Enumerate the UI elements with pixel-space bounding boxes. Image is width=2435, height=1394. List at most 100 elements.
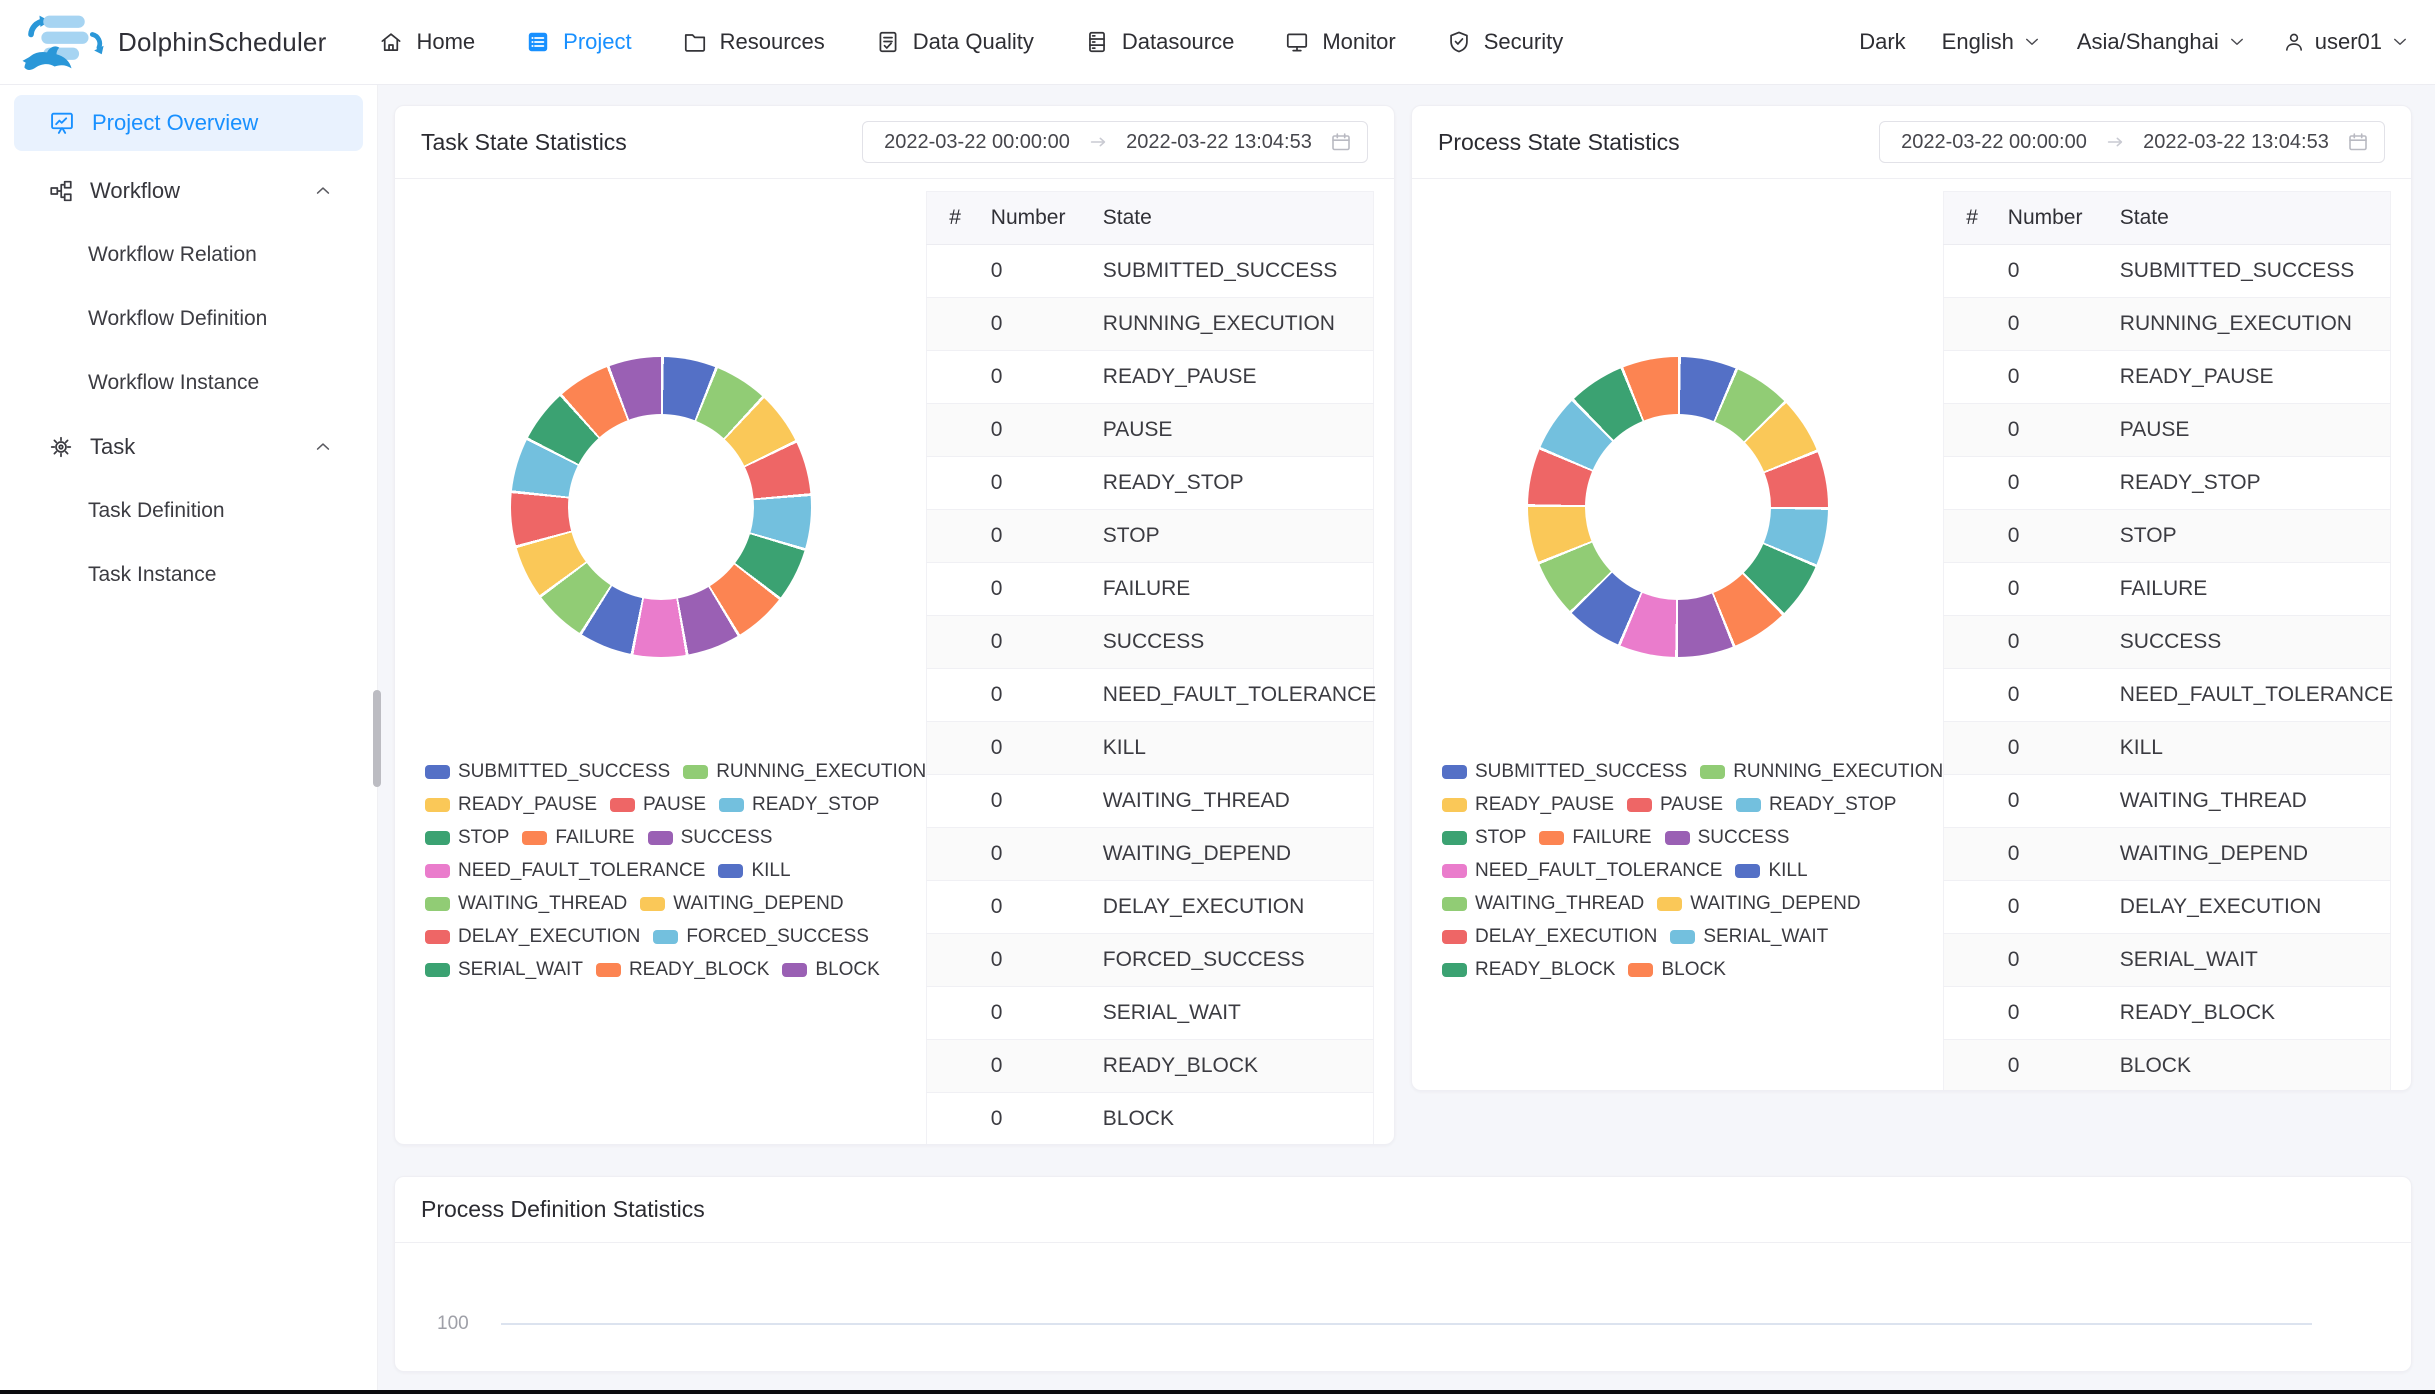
state-name: WAITING_DEPEND (2120, 828, 2391, 881)
legend-item[interactable]: BLOCK (1628, 959, 1725, 981)
table-row: 0FAILURE (1944, 563, 2391, 616)
sidebar-item-project-overview[interactable]: Project Overview (14, 95, 363, 151)
start-date-value[interactable]: 2022-03-22 00:00:00 (1894, 131, 2094, 154)
chevron-down-icon (2228, 33, 2246, 51)
state-name: FORCED_SUCCESS (1103, 934, 1374, 987)
brand[interactable]: DolphinScheduler (18, 9, 326, 75)
legend-item[interactable]: READY_PAUSE (1442, 794, 1614, 816)
legend-item[interactable]: WAITING_DEPEND (640, 893, 843, 915)
legend-item[interactable]: WAITING_THREAD (1442, 893, 1644, 915)
sidebar-item-task-definition[interactable]: Task Definition (0, 479, 377, 543)
calendar-icon[interactable] (1329, 130, 1353, 154)
process-state-legend: SUBMITTED_SUCCESS RUNNING_EXECUTION READY_… (1412, 761, 1943, 981)
sidebar-item-workflow-relation[interactable]: Workflow Relation (0, 223, 377, 287)
row-index-cell (1944, 828, 2004, 881)
legend-item[interactable]: SERIAL_WAIT (1670, 926, 1828, 948)
legend-swatch (653, 930, 678, 944)
timezone-select[interactable]: Asia/Shanghai (2077, 29, 2246, 55)
nav-right: Dark English Asia/Shanghai user01 (1859, 29, 2409, 55)
legend-swatch (425, 831, 450, 845)
user-menu[interactable]: user01 (2282, 29, 2409, 55)
legend-item[interactable]: RUNNING_EXECUTION (1700, 761, 1943, 783)
start-date-value[interactable]: 2022-03-22 00:00:00 (877, 131, 1077, 154)
end-date-value[interactable]: 2022-03-22 13:04:53 (1119, 131, 1319, 154)
legend-item[interactable]: READY_PAUSE (425, 794, 597, 816)
state-name: DELAY_EXECUTION (2120, 881, 2391, 934)
legend-item[interactable]: STOP (425, 827, 509, 849)
legend-item[interactable]: RUNNING_EXECUTION (683, 761, 926, 783)
legend-item[interactable]: SUCCESS (1665, 827, 1790, 849)
task-date-range-picker[interactable]: 2022-03-22 00:00:00 2022-03-22 13:04:53 (862, 121, 1368, 163)
sidebar-item-workflow-instance[interactable]: Workflow Instance (0, 351, 377, 415)
legend-item[interactable]: READY_BLOCK (596, 959, 769, 981)
user-icon (2282, 30, 2306, 54)
nav-item-home[interactable]: Home (378, 29, 475, 55)
legend-swatch (1539, 831, 1564, 845)
table-row: 0WAITING_DEPEND (927, 828, 1374, 881)
sidebar-item-task-instance[interactable]: Task Instance (0, 543, 377, 607)
sidebar-item-workflow[interactable]: Workflow (0, 159, 377, 223)
legend-item[interactable]: PAUSE (1627, 794, 1723, 816)
legend-item[interactable]: NEED_FAULT_TOLERANCE (425, 860, 705, 882)
language-select[interactable]: English (1942, 29, 2041, 55)
legend-label: READY_BLOCK (629, 959, 769, 981)
legend-label: BLOCK (815, 959, 879, 981)
table-row: 0BLOCK (1944, 1040, 2391, 1092)
state-count: 0 (987, 616, 1103, 669)
legend-item[interactable]: DELAY_EXECUTION (425, 926, 640, 948)
sidebar-item-workflow-definition[interactable]: Workflow Definition (0, 287, 377, 351)
theme-toggle[interactable]: Dark (1859, 29, 1905, 55)
nav-item-security[interactable]: Security (1446, 29, 1563, 55)
legend-swatch (1442, 798, 1467, 812)
legend-item[interactable]: BLOCK (782, 959, 879, 981)
monitor-icon (1284, 29, 1310, 55)
state-name: KILL (2120, 722, 2391, 775)
process-state-card: Process State Statistics 2022-03-22 00:0… (1411, 105, 2412, 1091)
legend-item[interactable]: READY_BLOCK (1442, 959, 1615, 981)
legend-item[interactable]: WAITING_THREAD (425, 893, 627, 915)
nav-item-resources[interactable]: Resources (682, 29, 825, 55)
legend-item[interactable]: FORCED_SUCCESS (653, 926, 869, 948)
nav-item-datasource[interactable]: Datasource (1084, 29, 1235, 55)
row-index-cell (927, 404, 987, 457)
legend-label: FAILURE (555, 827, 634, 849)
nav-item-data-quality[interactable]: Data Quality (875, 29, 1034, 55)
nav-item-project[interactable]: Project (525, 29, 631, 55)
legend-label: FAILURE (1572, 827, 1651, 849)
legend-item[interactable]: SUBMITTED_SUCCESS (1442, 761, 1687, 783)
sidebar-item-label: Task (90, 434, 135, 460)
legend-item[interactable]: NEED_FAULT_TOLERANCE (1442, 860, 1722, 882)
state-name: STOP (2120, 510, 2391, 563)
card-title: Task State Statistics (421, 129, 627, 156)
legend-item[interactable]: SUCCESS (648, 827, 773, 849)
state-name: READY_STOP (1103, 457, 1374, 510)
legend-item[interactable]: PAUSE (610, 794, 706, 816)
legend-item[interactable]: SUBMITTED_SUCCESS (425, 761, 670, 783)
language-label: English (1942, 29, 2014, 55)
end-date-value[interactable]: 2022-03-22 13:04:53 (2136, 131, 2336, 154)
legend-item[interactable]: KILL (1735, 860, 1807, 882)
legend-swatch (1442, 864, 1467, 878)
process-definition-card-header: Process Definition Statistics (395, 1177, 2411, 1243)
nav-item-monitor[interactable]: Monitor (1284, 29, 1395, 55)
legend-item[interactable]: SERIAL_WAIT (425, 959, 583, 981)
chevron-up-icon (313, 181, 333, 201)
home-icon (378, 29, 404, 55)
legend-item[interactable]: WAITING_DEPEND (1657, 893, 1860, 915)
sidebar-item-task[interactable]: Task (0, 415, 377, 479)
legend-item[interactable]: KILL (718, 860, 790, 882)
nav-item-label: Datasource (1122, 29, 1235, 55)
legend-item[interactable]: DELAY_EXECUTION (1442, 926, 1657, 948)
dolphinscheduler-logo-icon (18, 9, 110, 75)
table-row: 0KILL (927, 722, 1374, 775)
legend-row: DELAY_EXECUTION FORCED_SUCCESS (425, 926, 926, 948)
legend-item[interactable]: READY_STOP (1736, 794, 1896, 816)
legend-item[interactable]: FAILURE (522, 827, 634, 849)
legend-item[interactable]: READY_STOP (719, 794, 879, 816)
calendar-icon[interactable] (2346, 130, 2370, 154)
process-date-range-picker[interactable]: 2022-03-22 00:00:00 2022-03-22 13:04:53 (1879, 121, 2385, 163)
process-definition-card: Process Definition Statistics 100 (394, 1176, 2412, 1372)
legend-item[interactable]: STOP (1442, 827, 1526, 849)
table-row: 0READY_PAUSE (927, 351, 1374, 404)
legend-item[interactable]: FAILURE (1539, 827, 1651, 849)
